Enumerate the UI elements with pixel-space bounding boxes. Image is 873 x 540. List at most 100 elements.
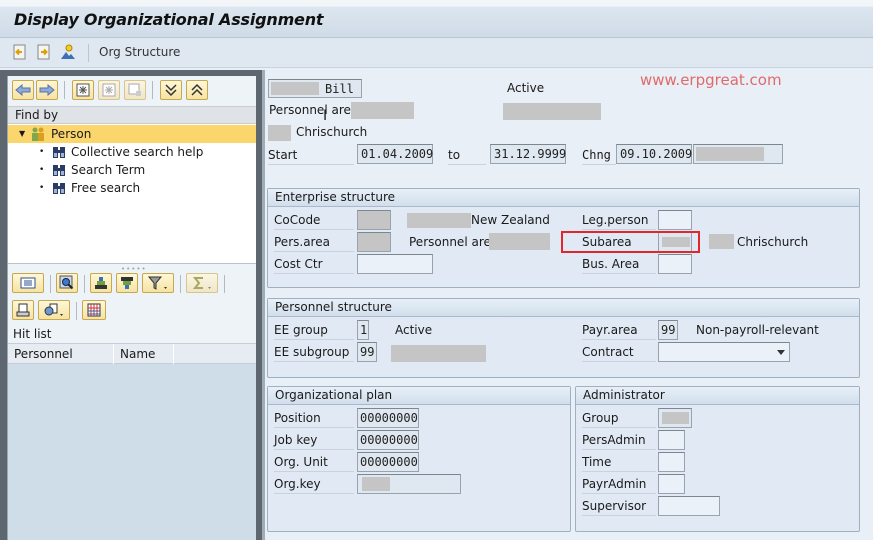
forward-button[interactable] bbox=[36, 80, 58, 100]
tree-node-label: Free search bbox=[71, 181, 141, 195]
cocode-text: New Zealand bbox=[471, 213, 550, 227]
toolbar-separator bbox=[88, 44, 89, 62]
column-header-personnel-number[interactable]: Personnel numb... bbox=[8, 344, 114, 381]
bus-area-field[interactable] bbox=[658, 254, 692, 274]
export-icon bbox=[44, 303, 63, 316]
cost-ctr-field[interactable] bbox=[357, 254, 433, 274]
to-label: to bbox=[448, 145, 486, 165]
layout-icon bbox=[87, 303, 101, 317]
back-button[interactable] bbox=[12, 80, 34, 100]
org-structure-button[interactable]: Org Structure bbox=[99, 45, 180, 59]
position-field[interactable]: 00000000 bbox=[357, 408, 419, 428]
search-tree: ▼ Person • Collective search help • Sear… bbox=[8, 124, 256, 264]
time-label: Time bbox=[582, 452, 656, 472]
pers-admin-field[interactable] bbox=[658, 430, 685, 450]
payr-area-field[interactable]: 99 bbox=[658, 320, 678, 340]
org-unit-field[interactable]: 00000000 bbox=[357, 452, 419, 472]
sort-descending-button[interactable] bbox=[116, 273, 138, 293]
end-date-field[interactable]: 31.12.9999 bbox=[490, 144, 566, 164]
subarea-city: Chrischurch bbox=[296, 125, 368, 139]
print-button[interactable] bbox=[12, 300, 34, 320]
highlight-box bbox=[561, 231, 700, 253]
ee-subgroup-field[interactable]: 99 bbox=[357, 342, 377, 362]
binoculars-icon bbox=[53, 147, 65, 158]
tree-node-label: Person bbox=[51, 127, 92, 141]
redacted-personnel-area-name bbox=[489, 233, 550, 250]
personnel-area-text: Personnel area bbox=[409, 235, 499, 249]
application-toolbar: Org Structure bbox=[0, 38, 873, 68]
previous-record-icon[interactable] bbox=[12, 44, 28, 60]
filter-button[interactable] bbox=[142, 273, 174, 293]
details-button[interactable] bbox=[12, 273, 44, 293]
hit-list-title: Hit list bbox=[8, 324, 256, 344]
group-title: Enterprise structure bbox=[268, 189, 859, 207]
print-icon bbox=[16, 303, 30, 317]
payr-admin-field[interactable] bbox=[658, 474, 685, 494]
separator bbox=[64, 81, 65, 99]
layout-button[interactable] bbox=[82, 300, 106, 320]
changed-date-field[interactable]: 09.10.2009 bbox=[616, 144, 692, 164]
start-date-field[interactable]: 01.04.2009 bbox=[357, 144, 433, 164]
expand-button[interactable] bbox=[160, 80, 182, 100]
tree-node-collective-search-help[interactable]: • Collective search help bbox=[8, 143, 256, 161]
bullet-icon: • bbox=[39, 147, 45, 157]
sort-descending-icon bbox=[121, 277, 133, 289]
redacted-ee-subgroup-text bbox=[391, 345, 486, 362]
export-button[interactable] bbox=[38, 300, 70, 320]
chevron-down-icon[interactable] bbox=[777, 350, 785, 355]
leg-person-label: Leg.person bbox=[582, 210, 656, 230]
time-field[interactable] bbox=[658, 452, 685, 472]
payr-area-text: Non-payroll-relevant bbox=[696, 323, 819, 337]
create-icon bbox=[76, 83, 90, 97]
sort-ascending-icon bbox=[95, 277, 107, 289]
find-button[interactable] bbox=[56, 273, 78, 293]
group-title: Personnel structure bbox=[268, 299, 859, 317]
sort-ascending-button[interactable] bbox=[90, 273, 112, 293]
redacted-personnel-area bbox=[351, 102, 414, 119]
supervisor-field[interactable] bbox=[658, 496, 720, 516]
tree-node-label: Search Term bbox=[71, 163, 146, 177]
ee-group-field[interactable]: 1 bbox=[357, 320, 369, 340]
expand-icon bbox=[165, 84, 177, 97]
pers-area-field[interactable] bbox=[357, 232, 391, 252]
redacted-field bbox=[503, 103, 601, 120]
tree-node-person[interactable]: ▼ Person bbox=[8, 125, 256, 143]
org-key-field[interactable] bbox=[357, 474, 461, 494]
group-field[interactable] bbox=[658, 408, 692, 428]
alv-toolbar-secondary bbox=[8, 298, 256, 324]
contract-dropdown[interactable] bbox=[658, 342, 790, 362]
tree-node-search-term[interactable]: • Search Term bbox=[8, 161, 256, 179]
create-button[interactable] bbox=[72, 80, 94, 100]
separator bbox=[152, 81, 153, 99]
job-key-field[interactable]: 00000000 bbox=[357, 430, 419, 450]
delete-button[interactable] bbox=[124, 80, 146, 100]
page-title: Display Organizational Assignment bbox=[14, 10, 324, 29]
cocode-field[interactable] bbox=[357, 210, 391, 230]
redacted-changed-by bbox=[696, 147, 764, 161]
employment-status: Active bbox=[507, 81, 545, 95]
forward-icon bbox=[39, 84, 55, 96]
back-icon bbox=[15, 84, 31, 96]
sum-button[interactable] bbox=[186, 273, 218, 293]
job-key-label: Job key bbox=[274, 430, 354, 450]
tree-node-free-search[interactable]: • Free search bbox=[8, 179, 256, 197]
changed-label: Chng bbox=[582, 145, 616, 165]
expand-triangle-icon[interactable]: ▼ bbox=[19, 125, 25, 143]
column-header-name[interactable]: Name bbox=[114, 344, 174, 364]
leg-person-field[interactable] bbox=[658, 210, 692, 230]
collapse-button[interactable] bbox=[186, 80, 208, 100]
start-label: Start bbox=[268, 145, 354, 165]
pers-admin-label: PersAdmin bbox=[582, 430, 656, 450]
org-structure-icon[interactable] bbox=[60, 44, 76, 60]
group-title: Organizational plan bbox=[268, 387, 570, 405]
cost-ctr-label: Cost Ctr bbox=[274, 254, 354, 274]
changed-by-field[interactable] bbox=[693, 144, 783, 164]
redacted-personnel-number bbox=[271, 82, 319, 95]
select-button[interactable] bbox=[98, 80, 120, 100]
employee-name-field: Bill bbox=[268, 79, 362, 98]
subarea-text: Chrischurch bbox=[737, 235, 809, 249]
next-record-icon[interactable] bbox=[36, 44, 52, 60]
hit-list-header: Personnel numb... Name bbox=[8, 344, 256, 381]
group-title: Administrator bbox=[576, 387, 859, 405]
bullet-icon: • bbox=[39, 165, 45, 175]
